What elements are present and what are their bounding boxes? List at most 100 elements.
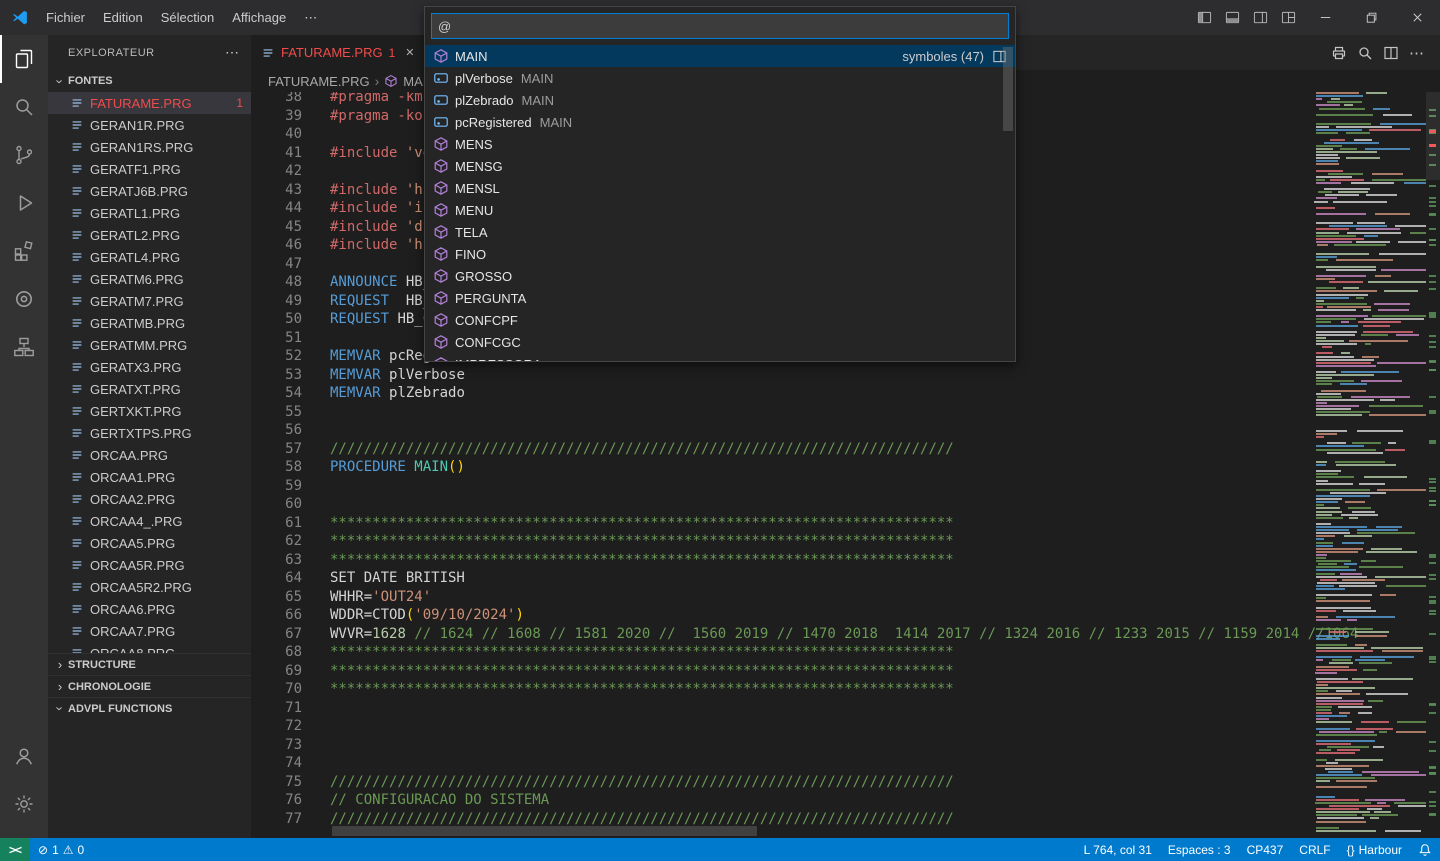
line-number[interactable]: 72 [251, 717, 302, 736]
line-number[interactable]: 77 [251, 810, 302, 829]
toggle-sidebar-icon[interactable] [1190, 0, 1218, 35]
menu-item[interactable]: ⋯ [295, 0, 326, 35]
split-editor-icon[interactable] [1383, 45, 1399, 61]
symbol-item[interactable]: pcRegistered MAIN [425, 111, 1015, 133]
line-number[interactable]: 62 [251, 532, 302, 551]
symbol-item[interactable]: FINO [425, 243, 1015, 265]
symbol-item[interactable]: MENSG [425, 155, 1015, 177]
line-number[interactable]: 56 [251, 421, 302, 440]
line-number[interactable]: 64 [251, 569, 302, 588]
symbol-item[interactable]: CONFCGC [425, 331, 1015, 353]
quickpick-scrollbar[interactable] [1003, 47, 1013, 131]
code-line[interactable]: 60 [251, 495, 1440, 514]
horizontal-scrollbar[interactable] [332, 826, 757, 836]
line-number[interactable]: 70 [251, 680, 302, 699]
status-item[interactable]: Espaces : 3 [1160, 838, 1239, 861]
file-item[interactable]: GERAN1RS.PRG [48, 136, 251, 158]
file-item[interactable]: ORCAA5R.PRG [48, 554, 251, 576]
file-item[interactable]: GERATL1.PRG [48, 202, 251, 224]
menu-item[interactable]: Affichage [223, 0, 295, 35]
code-line[interactable]: 70 *************************************… [251, 680, 1440, 699]
file-item[interactable]: ORCAA2.PRG [48, 488, 251, 510]
code-line[interactable]: 64 SET DATE BRITISH [251, 569, 1440, 588]
quickpick-input[interactable] [431, 13, 1009, 39]
file-item[interactable]: GERTXKT.PRG [48, 400, 251, 422]
file-item[interactable]: ORCAA6.PRG [48, 598, 251, 620]
file-item[interactable]: ORCAA7.PRG [48, 620, 251, 642]
settings-gear-icon[interactable] [0, 780, 48, 828]
code-line[interactable]: 53 MEMVAR plVerbose [251, 366, 1440, 385]
line-number[interactable]: 65 [251, 588, 302, 607]
code-line[interactable]: 55 [251, 403, 1440, 422]
line-number[interactable]: 63 [251, 551, 302, 570]
code-line[interactable]: 66 WDDR=CTOD('09/10/2024') [251, 606, 1440, 625]
file-item[interactable]: GERATM7.PRG [48, 290, 251, 312]
line-number[interactable]: 76 [251, 791, 302, 810]
line-number[interactable]: 73 [251, 736, 302, 755]
tab-faturame[interactable]: FATURAME.PRG 1 ✕ [251, 35, 426, 70]
problems-indicator[interactable]: ⊘ 1 ⚠ 0 [30, 838, 92, 861]
menu-item[interactable]: Fichier [37, 0, 94, 35]
extensions-icon[interactable] [0, 227, 48, 275]
line-number[interactable]: 51 [251, 329, 302, 348]
line-number[interactable]: 53 [251, 366, 302, 385]
code-line[interactable]: 71 [251, 699, 1440, 718]
file-item[interactable]: GERATF1.PRG [48, 158, 251, 180]
code-line[interactable]: 72 [251, 717, 1440, 736]
symbol-item[interactable]: IMPRESSORA [425, 353, 1015, 362]
source-control-icon[interactable] [0, 131, 48, 179]
code-line[interactable]: 58 PROCEDURE MAIN() [251, 458, 1440, 477]
toggle-panel-icon[interactable] [1218, 0, 1246, 35]
code-line[interactable]: 69 *************************************… [251, 662, 1440, 681]
sidebar-section[interactable]: › CHRONOLOGIE [48, 675, 251, 697]
symbol-item[interactable]: MENU [425, 199, 1015, 221]
file-item[interactable]: ORCAA4_.PRG [48, 510, 251, 532]
line-number[interactable]: 60 [251, 495, 302, 514]
symbol-item[interactable]: PERGUNTA [425, 287, 1015, 309]
customize-layout-icon[interactable] [1274, 0, 1302, 35]
line-number[interactable]: 68 [251, 643, 302, 662]
symbol-item[interactable]: plVerbose MAIN [425, 67, 1015, 89]
symbol-item[interactable]: MENSL [425, 177, 1015, 199]
more-actions-icon[interactable]: ⋯ [1409, 44, 1424, 62]
code-line[interactable]: 65 WHHR='OUT24' [251, 588, 1440, 607]
file-item[interactable]: GERATL2.PRG [48, 224, 251, 246]
symbol-item[interactable]: TELA [425, 221, 1015, 243]
file-item[interactable]: GERTXTPS.PRG [48, 422, 251, 444]
line-number[interactable]: 66 [251, 606, 302, 625]
line-number[interactable]: 74 [251, 754, 302, 773]
file-item[interactable]: GERATJ6B.PRG [48, 180, 251, 202]
totvs-tds-icon[interactable] [0, 275, 48, 323]
code-line[interactable]: 57 /////////////////////////////////////… [251, 440, 1440, 459]
sidebar-section[interactable]: › STRUCTURE [48, 653, 251, 675]
file-item[interactable]: GERATX3.PRG [48, 356, 251, 378]
minimap[interactable] [1314, 92, 1426, 838]
line-number[interactable]: 49 [251, 292, 302, 311]
sidebar-more-actions-icon[interactable]: ⋯ [225, 44, 239, 61]
search-icon[interactable] [0, 83, 48, 131]
code-line[interactable]: 63 *************************************… [251, 551, 1440, 570]
menu-item[interactable]: Sélection [152, 0, 223, 35]
line-number[interactable]: 47 [251, 255, 302, 274]
minimize-button[interactable] [1302, 0, 1348, 35]
status-item[interactable]: CRLF [1291, 838, 1338, 861]
hierarchy-icon[interactable] [0, 323, 48, 371]
line-number[interactable]: 46 [251, 236, 302, 255]
symbol-item[interactable]: GROSSO [425, 265, 1015, 287]
code-line[interactable]: 62 *************************************… [251, 532, 1440, 551]
line-number[interactable]: 44 [251, 199, 302, 218]
breadcrumb-file[interactable]: FATURAME.PRG [268, 74, 370, 89]
code-line[interactable]: 76 // CONFIGURACAO DO SISTEMA [251, 791, 1440, 810]
line-number[interactable]: 43 [251, 181, 302, 200]
run-debug-icon[interactable] [0, 179, 48, 227]
line-number[interactable]: 58 [251, 458, 302, 477]
overview-ruler[interactable] [1426, 92, 1440, 838]
close-icon[interactable]: ✕ [405, 46, 414, 59]
find-icon[interactable] [1357, 45, 1373, 61]
notifications-bell-icon[interactable] [1410, 838, 1440, 861]
code-line[interactable]: 73 [251, 736, 1440, 755]
symbol-item[interactable]: MAIN symboles (47) [425, 45, 1015, 67]
line-number[interactable]: 69 [251, 662, 302, 681]
line-number[interactable]: 59 [251, 477, 302, 496]
account-icon[interactable] [0, 732, 48, 780]
